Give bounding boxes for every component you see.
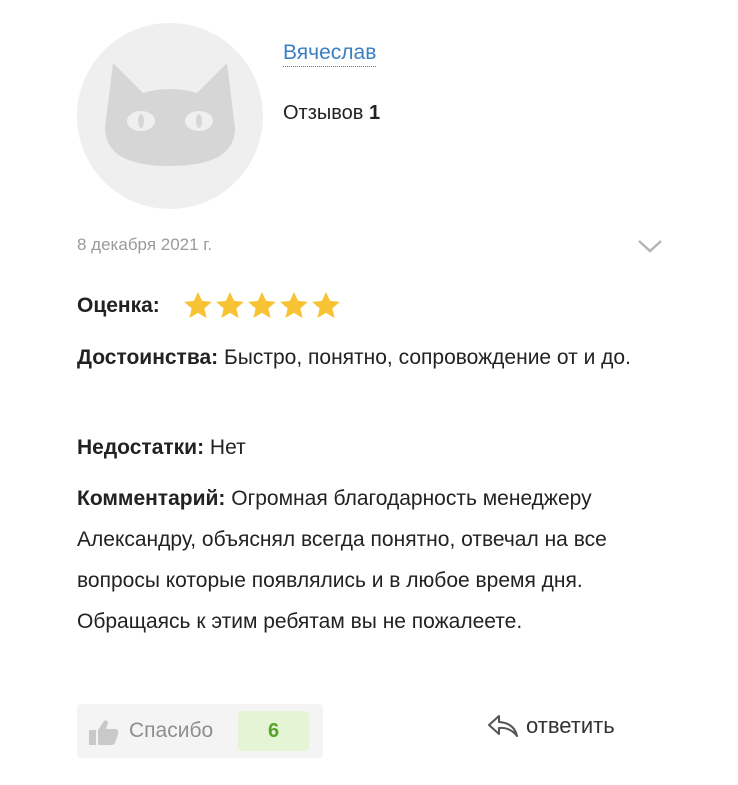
pros-row: Достоинства: Быстро, понятно, сопровожде… — [77, 337, 677, 378]
thanks-count: 6 — [238, 711, 309, 751]
thanks-label: Спасибо — [129, 719, 214, 742]
comment-row: Комментарий: Огромная благодарность мене… — [77, 478, 677, 642]
cons-label: Недостатки: — [77, 436, 205, 459]
cons-text: Нет — [209, 436, 246, 459]
review-date: 8 декабря 2021 г. — [77, 235, 213, 254]
rating-label: Оценка: — [77, 294, 160, 317]
reviews-count-value: 1 — [368, 102, 381, 124]
comment-label: Комментарий: — [77, 487, 226, 510]
avatar[interactable] — [77, 23, 263, 209]
thumbs-up-icon — [89, 720, 119, 745]
reply-arrow-icon — [488, 715, 518, 737]
star-icon — [215, 291, 244, 318]
star-icon — [183, 291, 212, 318]
star-icon — [279, 291, 308, 318]
pros-text: Быстро, понятно, сопровождение от и до. — [224, 346, 631, 369]
chevron-down-icon[interactable] — [635, 236, 665, 256]
pros-label: Достоинства: — [77, 346, 219, 369]
rating-stars — [182, 291, 342, 321]
reply-button[interactable]: ответить — [486, 708, 615, 744]
reviews-label: Отзывов — [283, 102, 364, 124]
rating-row: Оценка: — [77, 285, 677, 326]
cons-row: Недостатки: Нет — [77, 427, 677, 468]
thanks-button[interactable]: Спасибо 6 — [77, 704, 323, 758]
reviews-count: Отзывов 1 — [283, 102, 380, 125]
cat-icon — [105, 63, 235, 166]
username-link[interactable]: Вячеслав — [283, 40, 377, 67]
reply-label: ответить — [526, 713, 615, 738]
star-icon — [311, 291, 340, 318]
star-icon — [247, 291, 276, 318]
